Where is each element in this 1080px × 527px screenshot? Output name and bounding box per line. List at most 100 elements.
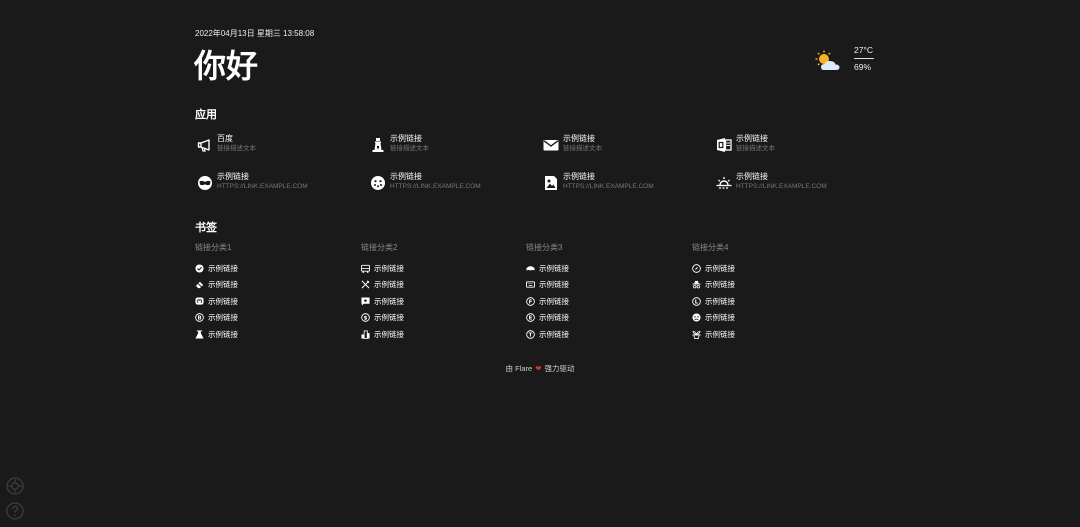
bitcoin-icon: B xyxy=(195,313,204,323)
app-name: 示例链接 xyxy=(736,172,768,181)
compass-icon xyxy=(692,263,701,273)
app-name: 百度 xyxy=(217,134,233,143)
apps-grid: 百度 链接描述文本 示例链接 链接描述文本 示例链接 链接描述文本 示例链接 链… xyxy=(197,134,897,204)
bookmark-link-label: 示例链接 xyxy=(208,313,238,323)
bookmark-category-title: 链接分类2 xyxy=(361,243,398,252)
app-name: 示例链接 xyxy=(563,134,595,143)
app-link-5[interactable]: 示例链接 HTTPS://LINK.EXAMPLE.COM xyxy=(197,172,357,196)
bookmark-link[interactable]: $ 示例链接 xyxy=(361,310,521,327)
app-name: 示例链接 xyxy=(390,172,422,181)
city-icon xyxy=(361,330,370,339)
bookmark-link-label: 示例链接 xyxy=(208,296,238,306)
bookmark-link[interactable]: 示例链接 xyxy=(361,277,521,294)
bookmark-link-label: 示例链接 xyxy=(374,263,404,273)
bookmark-link[interactable]: E 示例链接 xyxy=(526,310,686,327)
bookmark-link[interactable]: 示例链接 xyxy=(195,277,355,294)
bookmark-link-label: 示例链接 xyxy=(208,263,238,273)
bookmark-link-label: 示例链接 xyxy=(539,263,569,273)
bookmark-link-label: 示例链接 xyxy=(208,329,238,339)
incognito-icon xyxy=(692,281,701,289)
bookmark-link[interactable]: 示例链接 xyxy=(526,277,686,294)
bookmark-category-title: 链接分类4 xyxy=(692,243,729,252)
t-circle-icon: T xyxy=(526,329,535,339)
svg-text:B: B xyxy=(197,316,201,322)
app-link-4[interactable]: 示例链接 链接描述文本 xyxy=(716,134,876,158)
image-icon xyxy=(545,176,557,190)
bookmark-link[interactable]: 示例链接 xyxy=(195,293,355,310)
app-link-7[interactable]: 示例链接 HTTPS://LINK.EXAMPLE.COM xyxy=(543,172,703,196)
app-link-2[interactable]: 示例链接 链接描述文本 xyxy=(370,134,530,158)
partly-cloudy-icon xyxy=(815,50,840,70)
app-desc: HTTPS://LINK.EXAMPLE.COM xyxy=(563,183,654,190)
app-link-baidu[interactable]: 百度 链接描述文本 xyxy=(197,134,357,158)
bookmark-link-label: 示例链接 xyxy=(374,280,404,290)
check-badge-icon xyxy=(195,264,204,273)
bookmark-link-label: 示例链接 xyxy=(705,329,735,339)
bookmark-category-4: 链接分类4 示例链接 示例链接 L 示例链接 示例链接 示例链接 xyxy=(692,242,852,343)
bookmark-category-3: 链接分类3 示例链接 示例链接 F 示例链接 E 示例链接 T 示例链接 xyxy=(526,242,686,343)
bookmark-link-label: 示例链接 xyxy=(705,280,735,290)
bookmark-link[interactable]: L 示例链接 xyxy=(692,293,852,310)
bookmark-link-label: 示例链接 xyxy=(539,296,569,306)
svg-text:T: T xyxy=(529,332,533,338)
bookmark-link[interactable]: 示例链接 xyxy=(692,310,852,327)
svg-text:L: L xyxy=(695,299,699,305)
keyboard-icon xyxy=(526,281,535,288)
bookmark-link-label: 示例链接 xyxy=(374,313,404,323)
bus-icon xyxy=(361,264,370,273)
megaphone-icon xyxy=(197,139,210,152)
smile-face-icon xyxy=(371,176,385,190)
bookmark-link-label: 示例链接 xyxy=(705,296,735,306)
mask-icon xyxy=(198,176,212,190)
bookmark-link[interactable]: 示例链接 xyxy=(195,260,355,277)
app-desc: 链接描述文本 xyxy=(563,145,602,152)
dollar-circle-icon: $ xyxy=(361,313,370,323)
bookmark-link[interactable]: 示例链接 xyxy=(692,277,852,294)
app-link-6[interactable]: 示例链接 HTTPS://LINK.EXAMPLE.COM xyxy=(370,172,530,196)
lighthouse-icon xyxy=(372,138,384,152)
bookmark-link[interactable]: 示例链接 xyxy=(361,293,521,310)
help-icon[interactable] xyxy=(6,502,24,520)
app-link-3[interactable]: 示例链接 链接描述文本 xyxy=(543,134,703,158)
weather-humidity: 69% xyxy=(854,62,872,72)
flask-icon xyxy=(195,330,204,339)
svg-text:$: $ xyxy=(364,316,368,322)
bookmark-link-label: 示例链接 xyxy=(705,263,735,273)
bookmark-link[interactable]: 示例链接 xyxy=(526,260,686,277)
eraser-icon xyxy=(195,282,204,289)
app-name: 示例链接 xyxy=(390,134,422,143)
plant-pot-icon xyxy=(692,330,701,339)
footer-suffix: 强力驱动 xyxy=(544,364,575,373)
f-circle-icon: F xyxy=(526,296,535,306)
bookmarks-section-title: 书签 xyxy=(195,222,217,234)
bookmark-link-label: 示例链接 xyxy=(374,329,404,339)
app-name: 示例链接 xyxy=(217,172,249,181)
bookmark-link[interactable]: 示例链接 xyxy=(692,326,852,343)
bookmark-category-2: 链接分类2 示例链接 示例链接 示例链接 $ 示例链接 示例链接 xyxy=(361,242,521,343)
bookmark-category-1: 链接分类1 示例链接 示例链接 示例链接 B 示例链接 示例链接 xyxy=(195,242,355,343)
app-name: 示例链接 xyxy=(736,134,768,143)
app-desc: HTTPS://LINK.EXAMPLE.COM xyxy=(217,183,308,190)
bookmark-link-label: 示例链接 xyxy=(539,280,569,290)
app-desc: 链接描述文本 xyxy=(736,145,775,152)
comment-photo-icon xyxy=(361,297,370,306)
l-circle-icon: L xyxy=(692,296,701,306)
angry-face-icon xyxy=(692,313,701,322)
bookmark-link[interactable]: F 示例链接 xyxy=(526,293,686,310)
greeting: 你好 xyxy=(194,48,259,84)
bookmark-link-label: 示例链接 xyxy=(539,329,569,339)
app-name: 示例链接 xyxy=(563,172,595,181)
bookmark-link[interactable]: T 示例链接 xyxy=(526,326,686,343)
bookmark-link[interactable]: 示例链接 xyxy=(692,260,852,277)
app-link-8[interactable]: 示例链接 HTTPS://LINK.EXAMPLE.COM xyxy=(716,172,876,196)
bookmark-category-title: 链接分类1 xyxy=(195,243,232,252)
bookmark-link[interactable]: 示例链接 xyxy=(361,260,521,277)
bookmark-link[interactable]: 示例链接 xyxy=(361,326,521,343)
bookmark-link-label: 示例链接 xyxy=(208,280,238,290)
bookmark-link[interactable]: B 示例链接 xyxy=(195,310,355,327)
bookmark-link[interactable]: 示例链接 xyxy=(195,326,355,343)
sunset-icon xyxy=(716,177,732,189)
settings-icon[interactable] xyxy=(6,477,24,495)
footer: 由 Flare ❤ 强力驱动 xyxy=(0,363,1080,374)
footer-prefix[interactable]: 由 Flare xyxy=(506,364,533,373)
